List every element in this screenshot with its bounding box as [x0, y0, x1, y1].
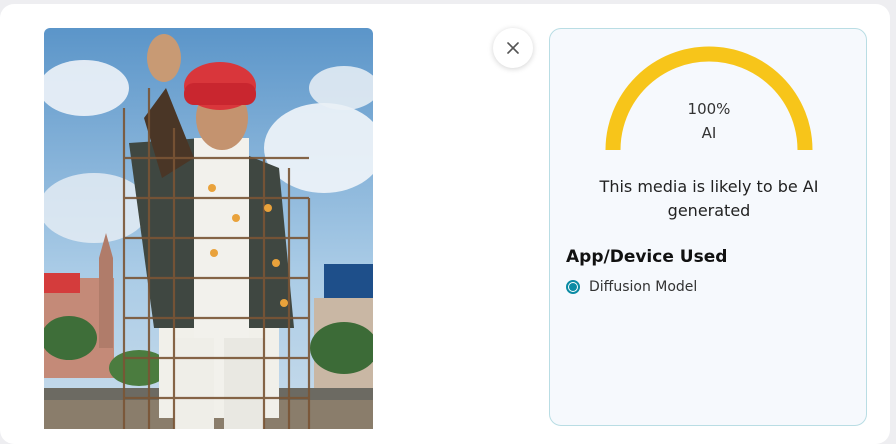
close-button[interactable] [493, 28, 533, 68]
score-label: AI [701, 124, 717, 142]
option-label: Diffusion Model [589, 279, 698, 295]
result-card: 100% AI This media is likely to be AI ge… [0, 4, 890, 444]
score-percent: 100% [687, 100, 731, 118]
analyzed-image [44, 28, 373, 429]
radio-selected-dot [569, 283, 577, 291]
option-diffusion-model[interactable]: Diffusion Model [566, 279, 697, 295]
radio-button[interactable] [566, 280, 580, 294]
result-panel: 100% AI This media is likely to be AI ge… [549, 28, 867, 426]
close-icon [507, 42, 519, 54]
app-device-title: App/Device Used [566, 247, 728, 267]
verdict-text: This media is likely to be AI generated [599, 177, 819, 220]
